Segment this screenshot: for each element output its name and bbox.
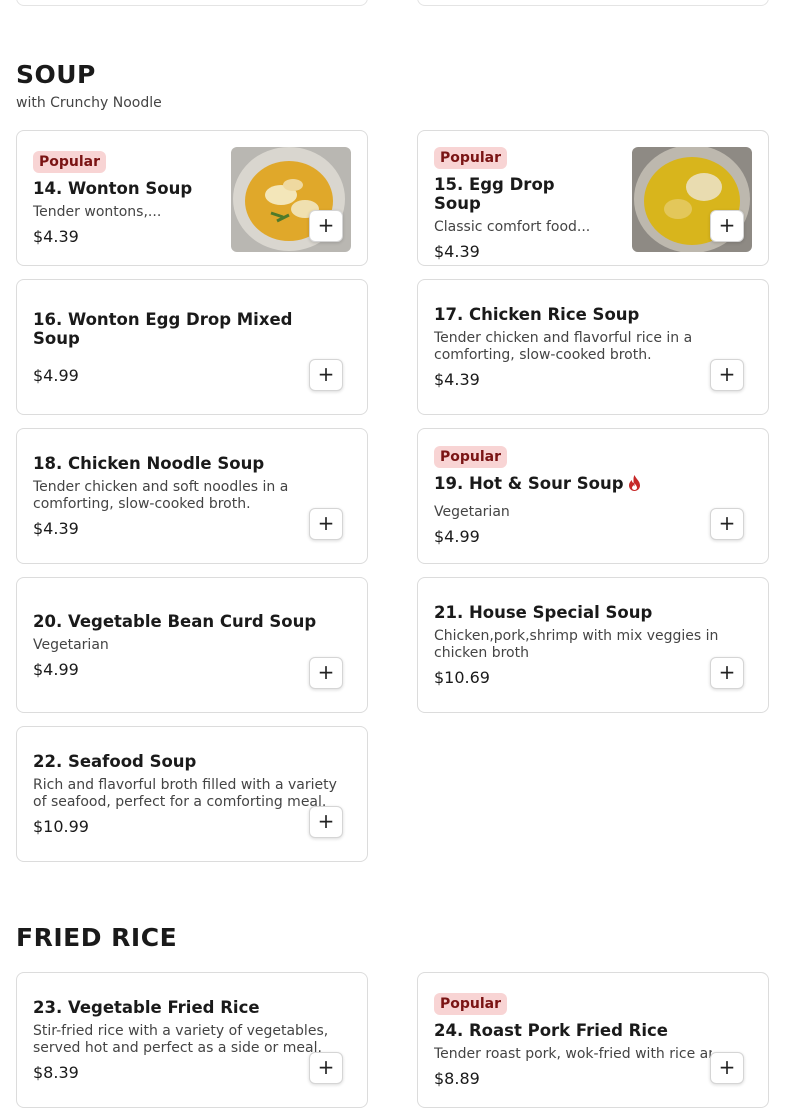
item-description: Tender roast pork, wok-fried with rice a… xyxy=(434,1045,712,1062)
menu-card[interactable] xyxy=(417,0,769,6)
item-description: Classic comfort food... xyxy=(434,219,591,235)
item-text: 16. Wonton Egg Drop Mixed Soup $4.99 xyxy=(33,280,343,414)
item-name: 17. Chicken Rice Soup xyxy=(434,305,640,324)
add-to-cart-button[interactable]: + xyxy=(309,806,343,838)
item-price: $10.99 xyxy=(33,817,89,836)
item-description: Tender wontons,... xyxy=(33,203,162,220)
item-description: Tender chicken and flavorful rice in a c… xyxy=(434,330,693,363)
item-name: 14. Wonton Soup xyxy=(33,178,193,198)
add-to-cart-button[interactable]: + xyxy=(309,1052,343,1084)
item-text: 18. Chicken Noodle Soup Tender chicken a… xyxy=(33,429,303,563)
menu-item-card[interactable]: 16. Wonton Egg Drop Mixed Soup $4.99 + xyxy=(16,279,368,415)
add-to-cart-button[interactable]: + xyxy=(309,508,343,540)
item-price: $8.89 xyxy=(434,1068,480,1088)
menu-card[interactable] xyxy=(16,0,368,6)
item-name: 15. Egg Drop Soup xyxy=(434,175,555,213)
item-text: Popular 14. Wonton Soup Tender wontons,.… xyxy=(33,131,213,265)
item-price: $4.39 xyxy=(33,226,79,246)
menu-item-card[interactable]: Popular 24. Roast Pork Fried Rice Tender… xyxy=(417,972,769,1108)
item-text: Popular 24. Roast Pork Fried Rice Tender… xyxy=(434,973,712,1107)
item-text: 21. House Special Soup Chicken,pork,shri… xyxy=(434,578,724,712)
popular-badge: Popular xyxy=(33,150,107,173)
add-to-cart-button[interactable]: + xyxy=(710,359,744,391)
add-to-cart-button[interactable]: + xyxy=(309,657,343,689)
item-name: 18. Chicken Noodle Soup xyxy=(33,454,265,473)
add-to-cart-button[interactable]: + xyxy=(710,657,744,689)
item-price: $4.39 xyxy=(434,370,480,389)
menu-item-card[interactable]: 23. Vegetable Fried Rice Stir-fried rice… xyxy=(16,972,368,1108)
item-price: $4.99 xyxy=(434,526,480,546)
menu-item-card[interactable]: 18. Chicken Noodle Soup Tender chicken a… xyxy=(16,428,368,564)
item-price: $4.99 xyxy=(33,659,79,679)
item-price: $8.39 xyxy=(33,1063,79,1082)
item-description: Chicken,pork,shrimp with mix veggies in … xyxy=(434,628,719,661)
menu-item-card[interactable]: 22. Seafood Soup Rich and flavorful brot… xyxy=(16,726,368,862)
menu-item-card[interactable]: 20. Vegetable Bean Curd Soup Vegetarian … xyxy=(16,577,368,713)
item-text: Popular 15. Egg Drop Soup Classic comfor… xyxy=(434,147,604,265)
add-to-cart-button[interactable]: + xyxy=(309,210,343,242)
add-to-cart-button[interactable]: + xyxy=(710,508,744,540)
item-text: 17. Chicken Rice Soup Tender chicken and… xyxy=(434,280,704,414)
spicy-flame-icon xyxy=(628,474,641,495)
item-description: Stir-fried rice with a variety of vegeta… xyxy=(33,1023,329,1056)
popular-badge: Popular xyxy=(434,147,508,169)
popular-badge: Popular xyxy=(434,992,508,1015)
item-text: 22. Seafood Soup Rich and flavorful brot… xyxy=(33,727,343,861)
menu-item-card[interactable]: 17. Chicken Rice Soup Tender chicken and… xyxy=(417,279,769,415)
item-price: $4.99 xyxy=(33,365,79,385)
section-title-fried-rice: FRIED RICE xyxy=(16,923,178,952)
item-name: 21. House Special Soup xyxy=(434,603,653,622)
item-name-row: 19. Hot & Sour Soup xyxy=(434,474,704,495)
item-price: $4.39 xyxy=(434,242,480,261)
item-description: Rich and flavorful broth filled with a v… xyxy=(33,777,337,810)
menu-item-card[interactable]: Popular 14. Wonton Soup Tender wontons,.… xyxy=(16,130,368,266)
item-description: Tender chicken and soft noodles in a com… xyxy=(33,479,289,512)
item-name: 19. Hot & Sour Soup xyxy=(434,474,624,494)
popular-badge: Popular xyxy=(434,446,508,469)
item-text: 23. Vegetable Fried Rice Stir-fried rice… xyxy=(33,973,343,1107)
item-price: $10.69 xyxy=(434,668,490,687)
item-text: 20. Vegetable Bean Curd Soup Vegetarian … xyxy=(33,578,343,712)
item-name: 20. Vegetable Bean Curd Soup xyxy=(33,611,317,631)
section-title-soup: SOUP xyxy=(16,60,96,89)
item-price: $4.39 xyxy=(33,519,79,538)
add-to-cart-button[interactable]: + xyxy=(710,210,744,242)
add-to-cart-button[interactable]: + xyxy=(710,1052,744,1084)
item-description: Vegetarian xyxy=(434,503,510,520)
item-name: 23. Vegetable Fried Rice xyxy=(33,998,260,1017)
add-to-cart-button[interactable]: + xyxy=(309,359,343,391)
item-name: 22. Seafood Soup xyxy=(33,752,197,771)
item-description: Vegetarian xyxy=(33,636,109,653)
item-name: 24. Roast Pork Fried Rice xyxy=(434,1020,668,1040)
item-text: Popular 19. Hot & Sour Soup Vegetarian $… xyxy=(434,429,704,563)
menu-item-card[interactable]: 21. House Special Soup Chicken,pork,shri… xyxy=(417,577,769,713)
item-name: 16. Wonton Egg Drop Mixed Soup xyxy=(33,309,293,348)
section-subtitle-soup: with Crunchy Noodle xyxy=(16,95,162,111)
menu-item-card[interactable]: Popular 19. Hot & Sour Soup Vegetarian $… xyxy=(417,428,769,564)
menu-item-card[interactable]: Popular 15. Egg Drop Soup Classic comfor… xyxy=(417,130,769,266)
